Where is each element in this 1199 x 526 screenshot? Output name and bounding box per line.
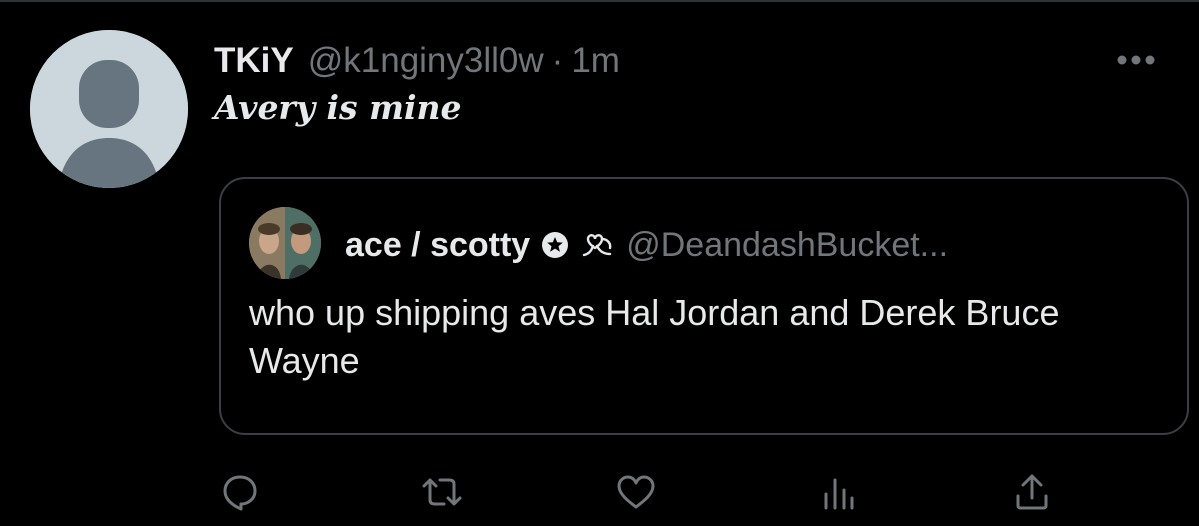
display-name[interactable]: TKiY: [214, 41, 294, 81]
more-horizontal-icon: [1117, 55, 1155, 65]
tweet-action-bar: [0, 462, 1199, 518]
more-options-button[interactable]: [1114, 50, 1158, 70]
quoted-tweet-card[interactable]: ace / scotty @DeandashBucket... who up s…: [219, 177, 1189, 435]
share-button[interactable]: [1008, 468, 1056, 516]
analytics-button[interactable]: [814, 468, 862, 516]
tweet-header: TKiY @k1nginy3ll0w · 1m: [214, 38, 620, 84]
quoted-tweet-text: who up shipping aves Hal Jordan and Dere…: [249, 292, 1060, 381]
default-avatar-silhouette-icon: [30, 30, 188, 188]
share-upload-icon: [1016, 474, 1048, 510]
user-handle[interactable]: @k1nginy3ll0w: [308, 41, 544, 81]
quoted-avatar-photo: [249, 207, 321, 279]
heart-ribbon-emoji-icon: [578, 230, 616, 260]
retweet-button[interactable]: [418, 468, 466, 516]
quoted-user-handle[interactable]: @DeandashBucket...: [626, 226, 948, 265]
heart-icon: [617, 475, 655, 509]
tweet-text: Avery is mine: [214, 88, 462, 127]
separator-dot: ·: [551, 41, 564, 80]
default-avatar[interactable]: [30, 30, 188, 188]
reply-bubble-icon: [223, 475, 257, 511]
quoted-user-avatar[interactable]: [249, 207, 321, 279]
timestamp[interactable]: 1m: [571, 41, 620, 81]
analytics-bars-icon: [824, 478, 854, 510]
retweet-icon: [422, 478, 462, 506]
top-divider: [0, 0, 1199, 2]
reply-button[interactable]: [216, 468, 264, 516]
star-badge-icon: [540, 230, 570, 260]
like-button[interactable]: [612, 468, 660, 516]
quoted-tweet-header: ace / scotty @DeandashBucket...: [345, 223, 948, 267]
quoted-display-name[interactable]: ace / scotty: [345, 226, 530, 265]
